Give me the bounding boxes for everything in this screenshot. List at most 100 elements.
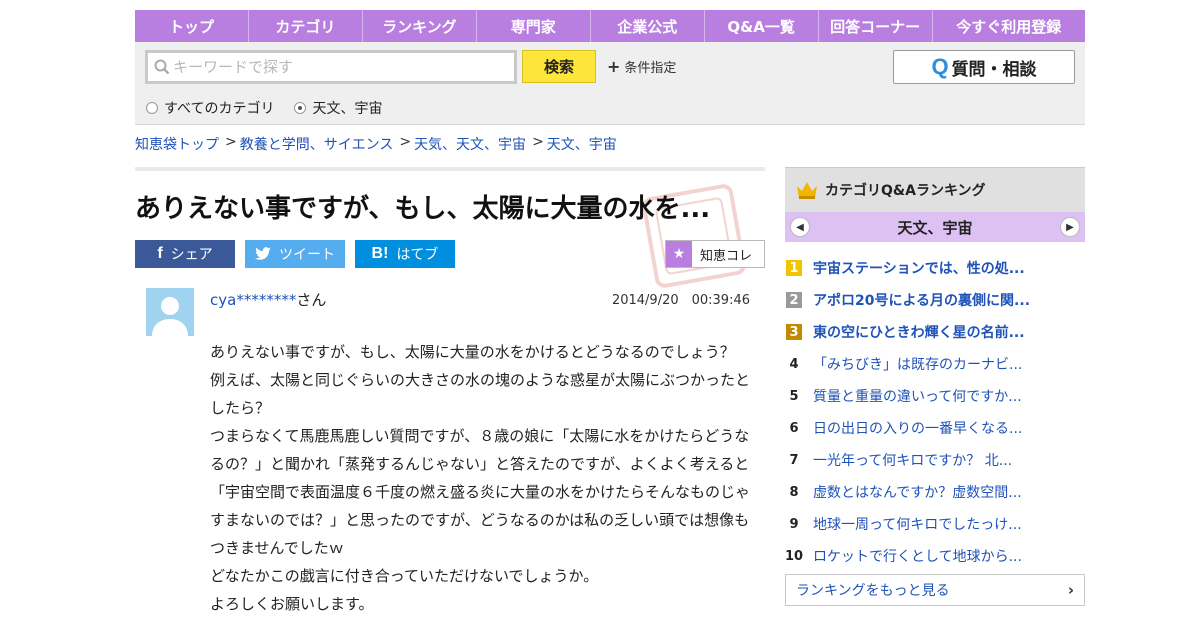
ranking-item[interactable]: 3 東の空にひときわ輝く星の名前... [785, 316, 1085, 348]
ranking-number: 1 [786, 260, 802, 276]
author-link[interactable]: cya******** [210, 291, 296, 309]
ranking-item[interactable]: 6 日の出日の入りの一番早くなる... [785, 412, 1085, 444]
ranking-title: 地球一周って何キロでしたっけ... [813, 517, 1022, 533]
breadcrumb-education[interactable]: 教養と学問、サイエンス [240, 134, 394, 154]
ranking-number: 3 [786, 324, 802, 340]
ranking-number: 10 [784, 548, 804, 564]
chie-collect-button[interactable]: ★ 知恵コレ [665, 240, 765, 268]
ranking-title: 宇宙ステーションでは、性の処... [813, 261, 1025, 277]
breadcrumb-separator: > [399, 134, 412, 150]
breadcrumb-separator: > [532, 134, 544, 150]
ranking-item[interactable]: 2 アポロ20号による月の裏側に関... [785, 284, 1085, 316]
ranking-list: 1 宇宙ステーションでは、性の処... 2 アポロ20号による月の裏側に関... 3 東の… [785, 252, 1085, 572]
body-paragraph: ありえない事ですが、もし、太陽に大量の水をかけるとどうなるのでしょう？ [210, 343, 735, 361]
ranking-number: 9 [789, 516, 799, 532]
ranking-item[interactable]: 10 ロケットで行くとして地球から... [785, 540, 1085, 572]
plus-icon: + [607, 57, 621, 76]
condition-button[interactable]: + 条件指定 [607, 57, 676, 76]
nav-official[interactable]: 企業公式 [591, 10, 705, 42]
star-icon: ★ [666, 241, 692, 267]
scope-current-label: 天文、宇宙 [312, 101, 383, 117]
search-icon [154, 59, 170, 75]
ranking-category: 天文、宇宙 [897, 218, 973, 237]
ranking-title: 質量と重量の違いって何ですか... [813, 389, 1022, 405]
breadcrumb-astronomy[interactable]: 天文、宇宙 [547, 134, 617, 154]
share-facebook-label: シェア [170, 247, 213, 263]
ranking-title: 日の出日の入りの一番早くなる... [813, 421, 1023, 437]
body-paragraph: どなたかこの戯言に付き合っていただけないでしょうか。 [210, 567, 599, 585]
body-paragraph: つまらなくて馬鹿馬鹿しい質問ですが、８歳の娘に「太陽に水をかけたらどうなるの？」… [210, 427, 751, 557]
ranking-title: 「みちびき」は既存のカーナビ... [813, 357, 1023, 373]
breadcrumb: 知恵袋トップ > 教養と学問、サイエンス > 天気、天文、宇宙 > 天文、宇宙 [135, 134, 617, 154]
ranking-title: 虚数とはなんですか？虚数空間... [813, 485, 1022, 501]
ranking-title: 一光年って何キロですか？ 北... [813, 453, 1013, 469]
ranking-number: 7 [789, 452, 799, 468]
search-field[interactable] [145, 50, 517, 84]
next-arrow-icon[interactable]: ▶ [1060, 217, 1080, 237]
nav-answer-corner[interactable]: 回答コーナー [819, 10, 933, 42]
question-q-icon: Q [931, 54, 949, 79]
nav-ranking[interactable]: ランキング [363, 10, 477, 42]
ranking-item[interactable]: 4 「みちびき」は既存のカーナビ... [785, 348, 1085, 380]
search-scope: すべてのカテゴリ 天文、宇宙 [146, 98, 382, 118]
breadcrumb-separator: > [225, 134, 237, 150]
nav-qa-list[interactable]: Q&A一覧 [705, 10, 819, 42]
ranking-number: 2 [786, 292, 802, 308]
scope-all-radio[interactable]: すべてのカテゴリ [146, 98, 274, 118]
hatena-icon: B! [371, 245, 389, 262]
ask-question-label: 質問・相談 [951, 59, 1037, 80]
ranking-number: 4 [789, 356, 799, 372]
ranking-more-label: ランキングをもっと見る [796, 583, 950, 599]
chie-collect-label: 知恵コレ [700, 248, 753, 264]
question-title: ありえない事ですが、もし、太陽に大量の水を... [135, 194, 711, 224]
ranking-item[interactable]: 8 虚数とはなんですか？虚数空間... [785, 476, 1085, 508]
share-twitter-button[interactable]: ツイート [245, 240, 345, 268]
ranking-number: 8 [789, 484, 799, 500]
ranking-item[interactable]: 9 地球一周って何キロでしたっけ... [785, 508, 1085, 540]
prev-arrow-icon[interactable]: ◀ [790, 217, 810, 237]
ranking-category-bar: ◀ 天文、宇宙 ▶ [785, 212, 1085, 242]
share-hatena-button[interactable]: B! はてブ [355, 240, 455, 268]
scope-current-radio[interactable]: 天文、宇宙 [294, 98, 382, 118]
share-twitter-label: ツイート [279, 247, 335, 263]
body-paragraph: よろしくお願いします。 [210, 595, 374, 613]
ranking-title: 東の空にひときわ輝く星の名前... [813, 325, 1025, 341]
nav-register[interactable]: 今すぐ利用登録 [933, 10, 1085, 42]
nav-experts[interactable]: 専門家 [477, 10, 591, 42]
breadcrumb-home[interactable]: 知恵袋トップ [135, 134, 219, 154]
ask-question-button[interactable]: Q 質問・相談 [893, 50, 1075, 84]
ranking-more-button[interactable]: ランキングをもっと見る › [785, 574, 1085, 606]
ranking-heading: カテゴリQ&Aランキング [825, 183, 986, 199]
ranking-item[interactable]: 5 質量と重量の違いって何ですか... [785, 380, 1085, 412]
ranking-item[interactable]: 7 一光年って何キロですか？ 北... [785, 444, 1085, 476]
scope-all-label: すべてのカテゴリ [164, 101, 275, 117]
body-paragraph: 例えば、太陽と同じぐらいの大きさの水の塊のような惑星が太陽にぶつかったとしたら？ [210, 371, 751, 417]
crown-icon [797, 182, 817, 199]
search-input[interactable] [173, 58, 503, 76]
author-suffix: さん [296, 291, 327, 309]
user-silhouette-icon [146, 288, 194, 336]
radio-selected-icon [294, 102, 307, 114]
question-body: ありえない事ですが、もし、太陽に大量の水をかけるとどうなるのでしょう？ 例えば、… [210, 338, 750, 618]
share-hatena-label: はてブ [396, 247, 439, 263]
ranking-number: 5 [789, 388, 799, 404]
search-bar: 検索 + 条件指定 Q 質問・相談 すべてのカテゴリ 天文、宇宙 [135, 42, 1085, 125]
ranking-number: 6 [789, 420, 799, 436]
divider [135, 167, 765, 171]
search-button[interactable]: 検索 [522, 50, 596, 83]
avatar [146, 288, 194, 336]
ranking-header: カテゴリQ&Aランキング [785, 167, 1085, 212]
chevron-right-icon: › [1067, 581, 1074, 599]
condition-label: 条件指定 [624, 61, 677, 76]
global-nav: トップ カテゴリ ランキング 専門家 企業公式 Q&A一覧 回答コーナー 今すぐ… [135, 10, 1085, 42]
question-datetime: 2014/9/20 00:39:46 [611, 293, 750, 308]
ranking-title: ロケットで行くとして地球から... [813, 549, 1022, 565]
breadcrumb-weather-astronomy[interactable]: 天気、天文、宇宙 [414, 134, 526, 154]
nav-category[interactable]: カテゴリ [249, 10, 363, 42]
ranking-item[interactable]: 1 宇宙ステーションでは、性の処... [785, 252, 1085, 284]
twitter-icon [255, 247, 271, 260]
ranking-title: アポロ20号による月の裏側に関... [813, 293, 1031, 309]
share-facebook-button[interactable]: f シェア [135, 240, 235, 268]
nav-top[interactable]: トップ [135, 10, 249, 42]
question-author: cya********さん [210, 289, 326, 310]
